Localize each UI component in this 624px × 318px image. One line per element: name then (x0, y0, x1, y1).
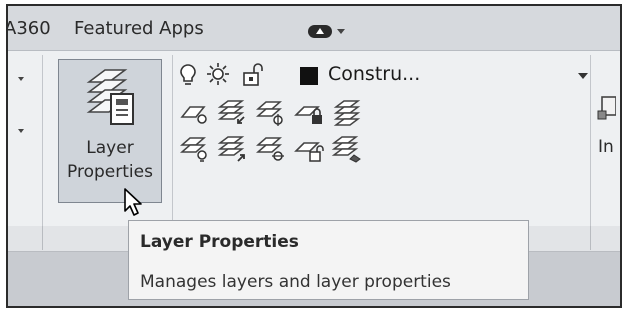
autocad-ribbon-window: A360 Featured Apps Layer Properties Cons… (6, 4, 622, 308)
tab-a360[interactable]: A360 (8, 18, 51, 39)
panel-divider (42, 226, 43, 250)
chevron-down-icon[interactable] (578, 73, 588, 79)
current-layer-name: Constru... (328, 63, 421, 85)
layer-tools-row-1 (178, 99, 364, 127)
sun-icon (207, 63, 229, 85)
layer-previous-icon[interactable] (216, 135, 250, 163)
layer-match-icon[interactable] (330, 99, 364, 127)
layer-properties-button[interactable]: Layer Properties (58, 59, 162, 203)
tooltip-title: Layer Properties (140, 232, 299, 252)
layer-unlock-icon[interactable] (292, 135, 326, 163)
panel-divider (590, 55, 591, 250)
unlock-icon (243, 63, 263, 86)
layer-isolate-icon[interactable] (216, 99, 250, 127)
tooltip-description: Manages layers and layer properties (140, 272, 451, 292)
chevron-down-icon (337, 29, 345, 34)
ribbon-display-options-button[interactable] (308, 21, 345, 40)
layer-properties-label-line1: Layer (86, 138, 134, 158)
layer-state-icons (180, 63, 263, 86)
layer-properties-icon (86, 69, 134, 125)
layer-tools-row-2 (178, 135, 364, 163)
layer-lock-icon[interactable] (292, 99, 326, 127)
chevron-down-icon[interactable] (18, 129, 24, 133)
layer-properties-label-line2: Properties (67, 162, 153, 182)
ribbon-tab-bar: A360 Featured Apps (8, 6, 620, 51)
layer-color-swatch (300, 67, 318, 85)
chevron-down-icon[interactable] (18, 77, 24, 81)
layer-properties-tooltip: Layer Properties Manages layers and laye… (128, 220, 529, 300)
tab-featured-apps[interactable]: Featured Apps (74, 18, 204, 39)
lightbulb-icon (180, 64, 196, 85)
insert-label-partial: In (598, 137, 614, 157)
panel-divider (590, 226, 591, 250)
layer-walk-icon[interactable] (330, 135, 364, 163)
layer-on-icon[interactable] (178, 135, 212, 163)
mouse-pointer-icon (124, 188, 142, 216)
layer-thaw-icon[interactable] (254, 135, 288, 163)
panel-divider (42, 55, 43, 250)
layers-panel: Layer Properties Constru... In (8, 51, 620, 250)
layer-dropdown[interactable]: Constru... (178, 59, 590, 89)
layer-freeze-icon[interactable] (254, 99, 288, 127)
minimize-ribbon-icon (308, 25, 332, 38)
insert-block-icon[interactable] (594, 93, 616, 123)
layer-off-icon[interactable] (178, 99, 212, 127)
